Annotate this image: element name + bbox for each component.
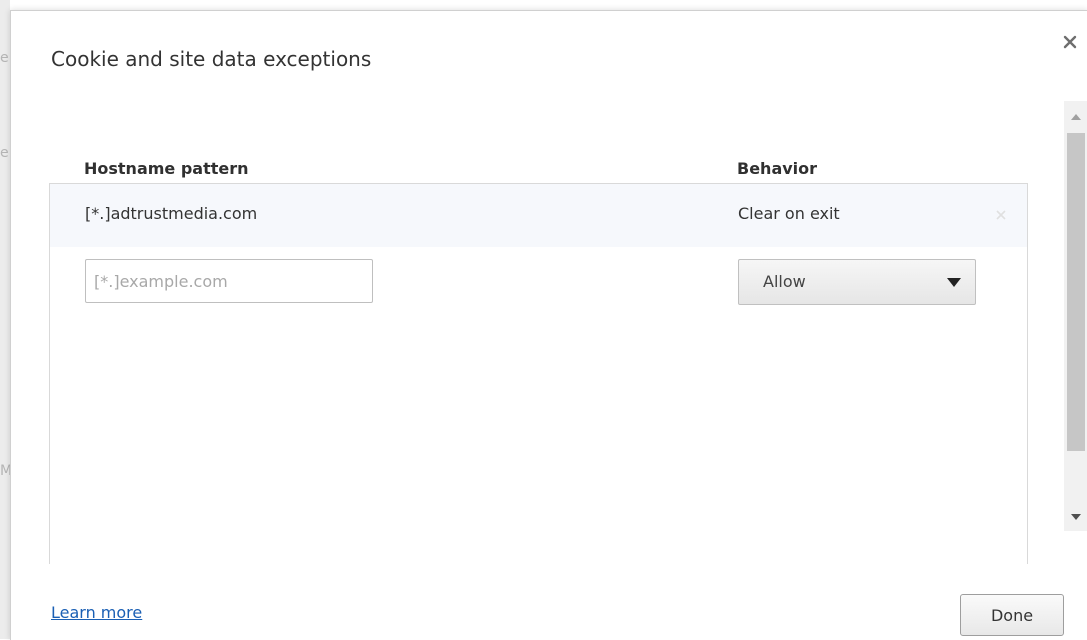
background-text-fragment: M — [0, 463, 10, 479]
behavior-select[interactable]: Allow — [738, 259, 976, 305]
exception-behavior: Clear on exit — [738, 204, 840, 223]
behavior-select-value: Allow — [763, 272, 806, 291]
close-icon[interactable] — [1061, 33, 1079, 51]
done-button[interactable]: Done — [960, 594, 1064, 636]
arrow-down-icon[interactable] — [1070, 513, 1082, 521]
behavior-column-header: Behavior — [737, 159, 818, 178]
new-exception-row: Allow — [50, 247, 1027, 317]
background-text-fragment: e — [0, 145, 9, 161]
dialog-title: Cookie and site data exceptions — [51, 47, 372, 71]
hostname-column-header: Hostname pattern — [84, 159, 249, 178]
delete-exception-icon[interactable] — [994, 208, 1008, 222]
exceptions-list: [*.]adtrustmedia.com Clear on exit Allow — [49, 183, 1028, 564]
cookie-exceptions-dialog: Cookie and site data exceptions Hostname… — [10, 10, 1087, 640]
arrow-up-icon[interactable] — [1070, 113, 1082, 121]
background-text-fragment: e — [0, 50, 9, 66]
scrollbar-thumb[interactable] — [1067, 133, 1085, 451]
exception-hostname: [*.]adtrustmedia.com — [85, 204, 258, 223]
learn-more-link[interactable]: Learn more — [51, 603, 142, 622]
dialog-scrollbar[interactable] — [1064, 101, 1087, 531]
background-page-edge: e e M — [0, 0, 10, 639]
exception-row[interactable]: [*.]adtrustmedia.com Clear on exit — [50, 184, 1027, 247]
hostname-pattern-input[interactable] — [85, 259, 373, 303]
chevron-down-icon — [947, 278, 961, 287]
